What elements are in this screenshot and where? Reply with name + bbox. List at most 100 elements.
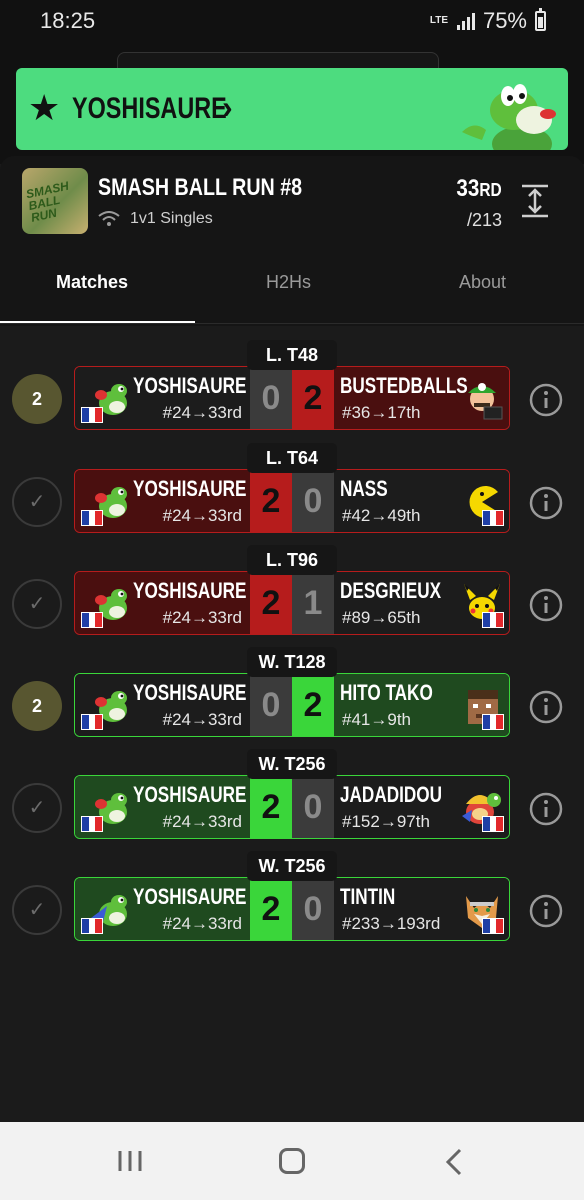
right-player-seed: #152→97th	[342, 812, 430, 831]
left-player-seed: #24→33rd	[162, 914, 242, 933]
status-indicators: LTE 75%	[429, 8, 546, 34]
right-player: BUSTEDBALLS #36→17th	[334, 367, 509, 429]
match-card[interactable]: YOSHISAURE #24→33rd 2 0 TINTIN #233→193r…	[74, 877, 510, 941]
match-row: L. T64 ✓ YOSHISAURE #24→33rd 2 0 NASS #4…	[0, 443, 584, 543]
total-entrants: /213	[466, 210, 502, 230]
wifi-icon	[98, 211, 120, 226]
round-label: W. T256	[247, 851, 337, 881]
match-row: W. T128 2 YOSHISAURE #24→33rd 0 2 HITO T…	[0, 647, 584, 747]
battery-icon	[535, 8, 546, 31]
france-flag-icon	[81, 510, 103, 526]
lte-icon: LTE	[429, 15, 449, 26]
right-score: 0	[292, 470, 334, 532]
right-player: HITO TAKO #41→9th	[334, 674, 509, 736]
right-score: 2	[292, 367, 334, 429]
right-player-seed: #233→193rd	[342, 914, 441, 933]
right-player: JADADIDOU #152→97th	[334, 776, 509, 838]
left-player-seed: #24→33rd	[162, 608, 242, 627]
info-icon[interactable]	[528, 689, 564, 725]
match-card[interactable]: YOSHISAURE #24→33rd 0 2 BUSTEDBALLS #36→…	[74, 366, 510, 430]
left-player-name: YOSHISAURE	[132, 578, 246, 603]
right-player-seed: #41→9th	[342, 710, 411, 729]
france-flag-icon	[81, 612, 103, 628]
match-card[interactable]: YOSHISAURE #24→33rd 0 2 HITO TAKO #41→9t…	[74, 673, 510, 737]
status-bar: 18:25 LTE 75%	[0, 0, 584, 44]
set-count-badge: 2	[12, 374, 62, 424]
star-icon: ★	[28, 87, 61, 128]
checkmark-icon: ✓	[12, 579, 62, 629]
right-score: 2	[292, 674, 334, 736]
left-player: YOSHISAURE #24→33rd	[75, 674, 250, 736]
luigi-icon	[468, 383, 503, 420]
format-label: 1v1 Singles	[130, 210, 213, 227]
left-player-seed: #24→33rd	[162, 403, 242, 422]
france-flag-icon	[482, 510, 504, 526]
match-row: L. T48 2 YOSHISAURE #24→33rd 0 2 BUSTEDB…	[0, 340, 584, 440]
info-icon[interactable]	[528, 587, 564, 623]
match-card[interactable]: YOSHISAURE #24→33rd 2 0 JADADIDOU #152→9…	[74, 775, 510, 839]
checkmark-icon: ✓	[12, 477, 62, 527]
tab-matches[interactable]: Matches	[56, 272, 128, 293]
set-count-badge: 2	[12, 681, 62, 731]
left-player: YOSHISAURE #24→33rd	[75, 572, 250, 634]
match-card[interactable]: YOSHISAURE #24→33rd 2 1 DESGRIEUX #89→65…	[74, 571, 510, 635]
left-player-name: YOSHISAURE	[132, 680, 246, 705]
round-label: W. T256	[247, 749, 337, 779]
left-player: YOSHISAURE #24→33rd	[75, 776, 250, 838]
tournament-format: 1v1 Singles	[98, 210, 213, 228]
france-flag-icon	[81, 714, 103, 730]
left-player-seed: #24→33rd	[162, 812, 242, 831]
right-player-seed: #42→49th	[342, 506, 421, 525]
battery-percent: 75%	[482, 8, 527, 33]
right-player-name: NASS	[340, 476, 388, 501]
tournament-name: SMASH BALL RUN #8	[98, 174, 303, 201]
info-icon[interactable]	[528, 893, 564, 929]
left-player: YOSHISAURE #24→33rd	[75, 878, 250, 940]
right-player-name: JADADIDOU	[340, 782, 443, 807]
player-name: YOSHISAURE	[72, 92, 227, 125]
yoshi-artwork	[462, 84, 556, 150]
right-score: 0	[292, 776, 334, 838]
left-player: YOSHISAURE #24→33rd	[75, 470, 250, 532]
right-player-name: BUSTEDBALLS	[340, 373, 468, 398]
tab-h2hs[interactable]: H2Hs	[266, 272, 311, 293]
player-banner[interactable]: ★ YOSHISAURE ›	[16, 68, 568, 150]
france-flag-icon	[81, 407, 103, 423]
chevron-right-icon: ›	[222, 89, 233, 125]
left-player-name: YOSHISAURE	[132, 476, 246, 501]
right-player-name: DESGRIEUX	[340, 578, 442, 603]
left-score: 2	[250, 776, 292, 838]
left-score: 0	[250, 674, 292, 736]
right-player: NASS #42→49th	[334, 470, 509, 532]
checkmark-icon: ✓	[12, 885, 62, 935]
back-icon[interactable]	[444, 1148, 464, 1176]
tab-about[interactable]: About	[459, 272, 506, 293]
left-player-name: YOSHISAURE	[132, 884, 246, 909]
right-player-seed: #89→65th	[342, 608, 421, 627]
right-player-name: TINTIN	[340, 884, 396, 909]
left-player: YOSHISAURE #24→33rd	[75, 367, 250, 429]
info-icon[interactable]	[528, 485, 564, 521]
round-label: L. T96	[247, 545, 337, 575]
expand-icon[interactable]	[520, 184, 550, 218]
placement-value: 33	[456, 175, 480, 202]
match-card[interactable]: YOSHISAURE #24→33rd 2 0 NASS #42→49th	[74, 469, 510, 533]
signal-icon	[456, 12, 475, 30]
home-icon[interactable]	[279, 1148, 305, 1174]
france-flag-icon	[81, 816, 103, 832]
france-flag-icon	[482, 918, 504, 934]
left-score: 2	[250, 878, 292, 940]
left-score: 2	[250, 572, 292, 634]
tournament-logo: SMASH BALL RUN	[22, 168, 88, 234]
round-label: L. T48	[247, 340, 337, 370]
france-flag-icon	[482, 612, 504, 628]
info-icon[interactable]	[528, 382, 564, 418]
right-score: 0	[292, 878, 334, 940]
recent-apps-icon[interactable]	[118, 1150, 142, 1172]
tab-bar: Matches H2Hs About	[0, 264, 584, 324]
left-score: 0	[250, 367, 292, 429]
left-player-seed: #24→33rd	[162, 506, 242, 525]
info-icon[interactable]	[528, 791, 564, 827]
left-player-name: YOSHISAURE	[132, 782, 246, 807]
right-player-seed: #36→17th	[342, 403, 421, 422]
